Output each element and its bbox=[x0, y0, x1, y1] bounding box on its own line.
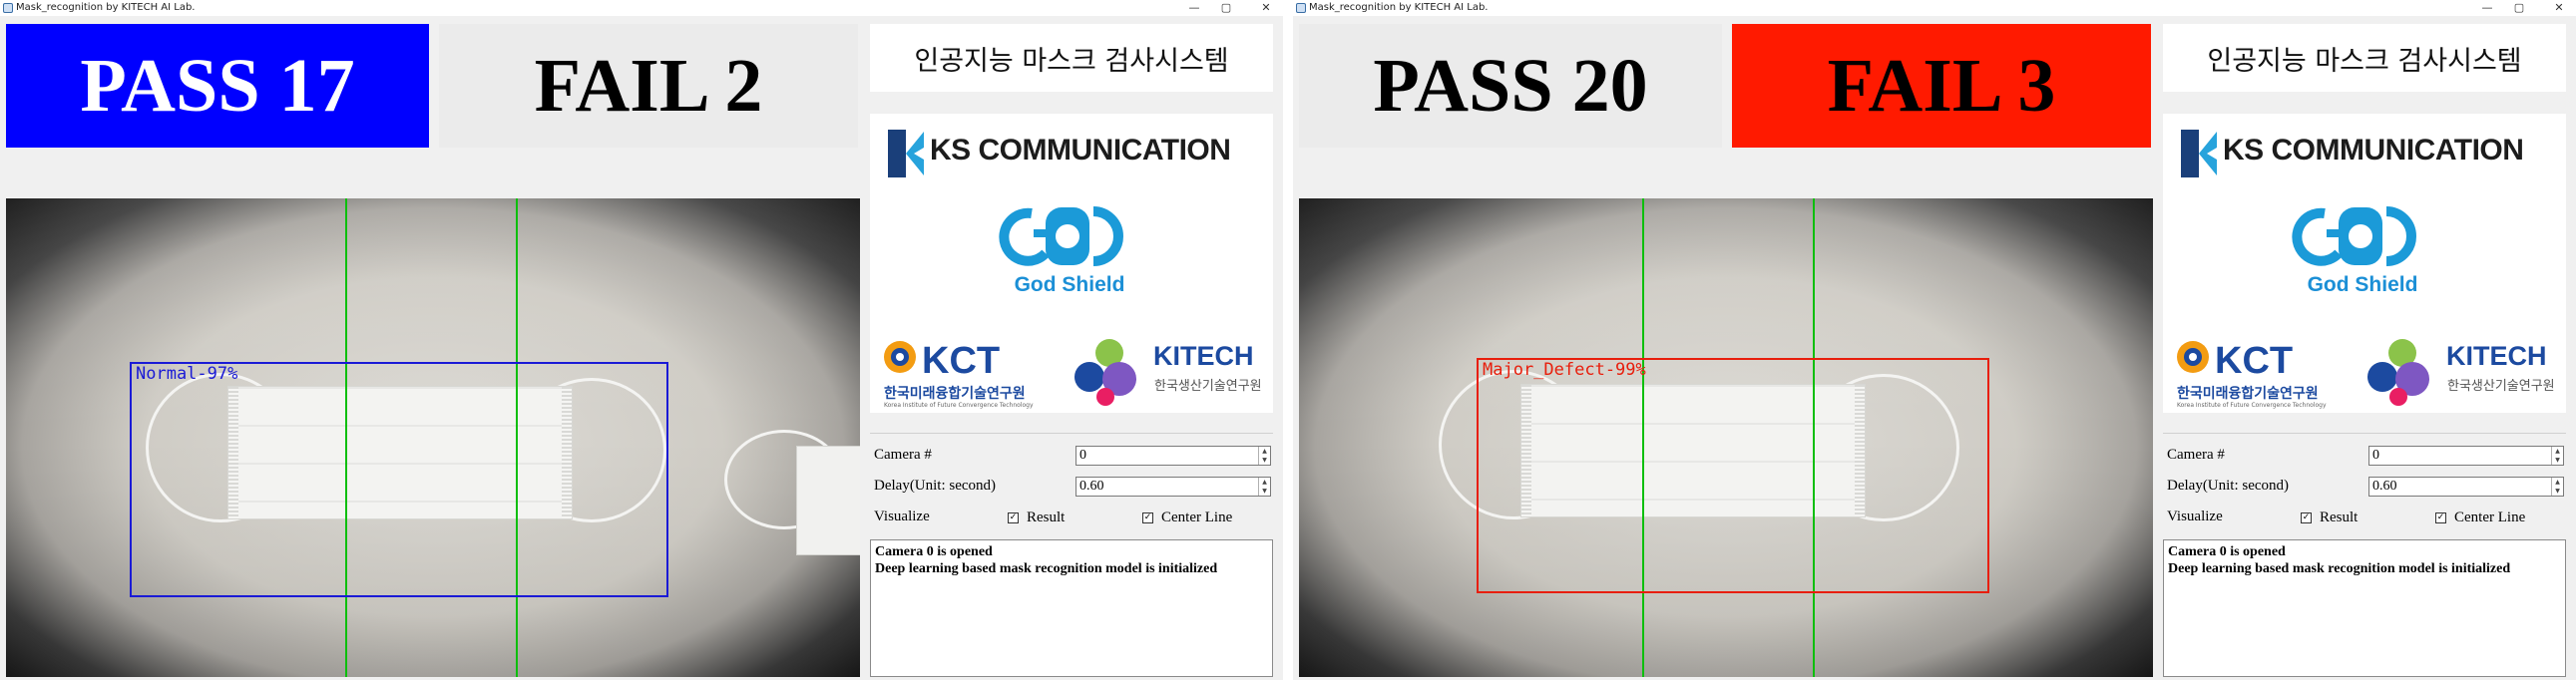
camera-number-label: Camera # bbox=[2167, 447, 2225, 463]
camera-number-spinbox[interactable]: 0 ▲ ▼ bbox=[1075, 446, 1271, 466]
detection-label: Major_Defect-99% bbox=[1483, 360, 1646, 380]
app-icon bbox=[3, 3, 13, 13]
spin-up-button[interactable]: ▲ bbox=[2552, 478, 2563, 487]
system-title: 인공지능 마스크 검사시스템 bbox=[870, 24, 1273, 92]
system-title: 인공지능 마스크 검사시스템 bbox=[2163, 24, 2566, 92]
center-line-checkbox[interactable]: ✓ bbox=[2435, 512, 2446, 523]
kct-logo-tagline: Korea Institute of Future Convergence Te… bbox=[2177, 402, 2327, 409]
inspection-window-right: Mask_recognition by KITECH AI Lab. — ▢ ✕… bbox=[1293, 0, 2576, 680]
spin-down-button[interactable]: ▼ bbox=[2552, 487, 2563, 496]
spin-buttons: ▲ ▼ bbox=[2551, 447, 2563, 465]
result-checkbox-label: Result bbox=[1027, 510, 1066, 525]
delay-value: 0.60 bbox=[1079, 479, 1104, 494]
spin-up-button[interactable]: ▲ bbox=[2552, 447, 2563, 456]
god-shield-logo-icon bbox=[2292, 206, 2416, 266]
result-checkbox-row[interactable]: ✓ Result bbox=[1008, 510, 1065, 526]
spin-buttons: ▲ ▼ bbox=[1258, 478, 1270, 496]
pass-counter: PASS 17 bbox=[6, 24, 429, 148]
log-line: Camera 0 is opened bbox=[2168, 544, 2286, 559]
result-checkbox[interactable]: ✓ bbox=[2301, 512, 2312, 523]
ks-logo-icon bbox=[2181, 130, 2217, 177]
kct-logo-subtitle: 한국미래융합기술연구원 bbox=[884, 386, 1026, 402]
status-log[interactable]: Camera 0 is opened Deep learning based m… bbox=[870, 539, 1273, 677]
center-line-checkbox-row[interactable]: ✓ Center Line bbox=[1142, 510, 1232, 526]
delay-label: Delay(Unit: second) bbox=[874, 478, 997, 494]
camera-number-value: 0 bbox=[2372, 448, 2379, 463]
adjacent-mask bbox=[796, 446, 860, 555]
kitech-logo-text: KITECH bbox=[2446, 341, 2547, 371]
kct-logo-icon: KCT bbox=[2177, 340, 2293, 382]
status-log[interactable]: Camera 0 is opened Deep learning based m… bbox=[2163, 539, 2566, 677]
god-shield-logo-icon bbox=[999, 206, 1123, 266]
logo-panel: KS COMMUNICATION God Shield KCT 한국미래융합기술… bbox=[870, 114, 1273, 413]
log-line: Deep learning based mask recognition mod… bbox=[2168, 561, 2511, 576]
app-icon bbox=[1296, 3, 1306, 13]
god-shield-logo-text: God Shield bbox=[2307, 273, 2418, 296]
delay-spinbox[interactable]: 0.60 ▲ ▼ bbox=[2368, 477, 2564, 497]
kct-logo-icon: KCT bbox=[884, 340, 1000, 382]
kitech-logo-subtitle: 한국생산기술연구원 bbox=[2447, 379, 2555, 394]
center-line-checkbox-row[interactable]: ✓ Center Line bbox=[2435, 510, 2525, 526]
log-line: Camera 0 is opened bbox=[875, 544, 993, 559]
detection-box bbox=[1477, 358, 1989, 593]
control-panel: 인공지능 마스크 검사시스템 KS COMMUNICATION God Shie… bbox=[2159, 0, 2572, 680]
result-checkbox-label: Result bbox=[2320, 510, 2359, 525]
center-line-checkbox[interactable]: ✓ bbox=[1142, 512, 1153, 523]
window-title: Mask_recognition by KITECH AI Lab. bbox=[1309, 2, 1489, 13]
svg-text:KCT: KCT bbox=[922, 340, 1000, 382]
kct-logo-tagline: Korea Institute of Future Convergence Te… bbox=[884, 402, 1034, 409]
center-line-checkbox-label: Center Line bbox=[2454, 510, 2526, 525]
delay-label: Delay(Unit: second) bbox=[2167, 478, 2290, 494]
window-title: Mask_recognition by KITECH AI Lab. bbox=[16, 2, 196, 13]
result-checkbox[interactable]: ✓ bbox=[1008, 512, 1019, 523]
log-line: Deep learning based mask recognition mod… bbox=[875, 561, 1218, 576]
ks-logo-text: KS COMMUNICATION bbox=[2223, 134, 2524, 167]
spin-up-button[interactable]: ▲ bbox=[1259, 478, 1270, 487]
delay-spinbox[interactable]: 0.60 ▲ ▼ bbox=[1075, 477, 1271, 497]
kitech-logo-icon bbox=[1074, 339, 1136, 406]
inspection-window-left: Mask_recognition by KITECH AI Lab. — ▢ ✕… bbox=[0, 0, 1283, 680]
visualize-label: Visualize bbox=[874, 509, 930, 524]
spin-up-button[interactable]: ▲ bbox=[1259, 447, 1270, 456]
camera-view: Normal-97% bbox=[6, 198, 860, 677]
camera-view: Major_Defect-99% bbox=[1299, 198, 2153, 677]
detection-label: Normal-97% bbox=[136, 364, 238, 384]
kitech-logo-subtitle: 한국생산기술연구원 bbox=[1154, 379, 1262, 394]
divider bbox=[870, 433, 1273, 434]
result-checkbox-row[interactable]: ✓ Result bbox=[2301, 510, 2358, 526]
camera-number-spinbox[interactable]: 0 ▲ ▼ bbox=[2368, 446, 2564, 466]
camera-number-label: Camera # bbox=[874, 447, 932, 463]
god-shield-logo-text: God Shield bbox=[1014, 273, 1125, 296]
delay-value: 0.60 bbox=[2372, 479, 2397, 494]
kct-logo-subtitle: 한국미래융합기술연구원 bbox=[2177, 386, 2319, 402]
spin-down-button[interactable]: ▼ bbox=[1259, 456, 1270, 465]
svg-text:KCT: KCT bbox=[2215, 340, 2293, 382]
visualize-label: Visualize bbox=[2167, 509, 2223, 524]
logo-panel: KS COMMUNICATION God Shield KCT 한국미래융합기술… bbox=[2163, 114, 2566, 413]
pass-counter: PASS 20 bbox=[1299, 24, 1722, 148]
ks-logo-icon bbox=[888, 130, 924, 177]
fail-counter: FAIL 3 bbox=[1732, 24, 2151, 148]
spin-down-button[interactable]: ▼ bbox=[1259, 487, 1270, 496]
control-panel: 인공지능 마스크 검사시스템 KS COMMUNICATION God Shie… bbox=[866, 0, 1279, 680]
spin-buttons: ▲ ▼ bbox=[1258, 447, 1270, 465]
ks-logo-text: KS COMMUNICATION bbox=[930, 134, 1231, 167]
spin-buttons: ▲ ▼ bbox=[2551, 478, 2563, 496]
kitech-logo-text: KITECH bbox=[1153, 341, 1254, 371]
fail-counter: FAIL 2 bbox=[439, 24, 858, 148]
spin-down-button[interactable]: ▼ bbox=[2552, 456, 2563, 465]
divider bbox=[2163, 433, 2566, 434]
kitech-logo-icon bbox=[2367, 339, 2429, 406]
camera-number-value: 0 bbox=[1079, 448, 1086, 463]
detection-box bbox=[130, 362, 668, 597]
center-line-checkbox-label: Center Line bbox=[1161, 510, 1233, 525]
